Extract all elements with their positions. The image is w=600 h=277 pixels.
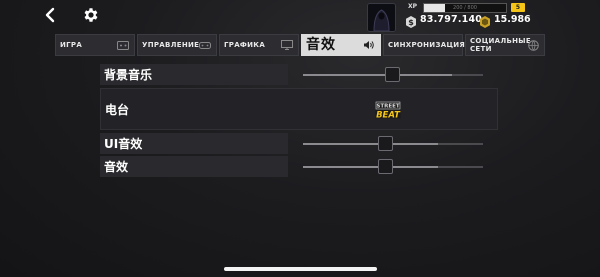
gear-icon <box>84 8 98 22</box>
ui-sfx-slider-knob[interactable] <box>378 136 393 151</box>
tab-sync[interactable]: СИНХРОНИЗАЦИЯ <box>383 34 477 56</box>
chevron-left-icon <box>45 7 55 23</box>
music-slider-knob[interactable] <box>385 67 400 82</box>
cash-amount: 83.797.140 <box>420 14 483 25</box>
xp-progress-bar: 200 / 800 <box>423 3 507 13</box>
tab-social[interactable]: СОЦИАЛЬНЫЕ СЕТИ <box>465 34 545 56</box>
radio-station-logo-icon: STREET BEAT <box>375 101 401 120</box>
sfx-volume-slider[interactable] <box>303 166 483 168</box>
music-slider-fill <box>303 74 453 76</box>
row-label-background <box>100 156 288 177</box>
tab-label: ГРАФИКА <box>224 41 266 49</box>
cash-currency-icon: $ <box>405 13 417 28</box>
setting-row-music: 背景音乐 <box>100 64 498 85</box>
radio-label: 电台 <box>105 103 130 117</box>
xp-progress-text: 200 / 800 <box>453 5 477 11</box>
street-beat-logo[interactable]: STREET BEAT <box>375 101 401 120</box>
xp-label: XP <box>408 3 418 10</box>
settings-button[interactable] <box>82 6 100 24</box>
setting-row-sfx: 音效 <box>100 156 498 177</box>
ui-sfx-label: UI音效 <box>104 137 143 151</box>
svg-text:STREET: STREET <box>376 104 399 110</box>
setting-row-ui-sfx: UI音效 <box>100 133 498 154</box>
sfx-slider-knob[interactable] <box>378 159 393 174</box>
gamepad-icon <box>117 40 129 50</box>
player-avatar[interactable] <box>367 3 396 32</box>
tab-label: 音效 <box>306 37 336 53</box>
tab-label: СОЦИАЛЬНЫЕ СЕТИ <box>470 37 531 53</box>
home-indicator[interactable] <box>224 267 377 271</box>
setting-row-radio[interactable]: 电台 STREET BEAT <box>100 88 498 130</box>
gold-currency-icon <box>479 13 491 28</box>
avatar-silhouette-icon <box>368 4 395 31</box>
tab-game[interactable]: ИГРА <box>55 34 135 56</box>
gold-amount: 15.986 <box>494 14 531 25</box>
svg-text:BEAT: BEAT <box>376 110 401 119</box>
music-label: 背景音乐 <box>104 68 153 82</box>
tab-label: СИНХРОНИЗАЦИЯ <box>388 41 466 49</box>
tab-label: ИГРА <box>60 41 83 49</box>
tab-graphics[interactable]: ГРАФИКА <box>219 34 299 56</box>
globe-icon <box>528 39 539 51</box>
svg-text:$: $ <box>408 18 414 27</box>
tab-controls[interactable]: УПРАВЛЕНИЕ <box>137 34 217 56</box>
ui-sfx-volume-slider[interactable] <box>303 143 483 145</box>
speaker-icon <box>364 41 374 49</box>
controller-icon <box>199 41 212 49</box>
tab-label: УПРАВЛЕНИЕ <box>142 41 200 49</box>
level-badge: 5 <box>511 3 525 12</box>
back-button[interactable] <box>42 6 60 24</box>
tab-sound[interactable]: 音效 <box>301 34 381 56</box>
sfx-slider-fill <box>303 166 438 168</box>
ui-sfx-slider-fill <box>303 143 438 145</box>
sfx-label: 音效 <box>104 160 129 174</box>
monitor-icon <box>281 40 293 50</box>
